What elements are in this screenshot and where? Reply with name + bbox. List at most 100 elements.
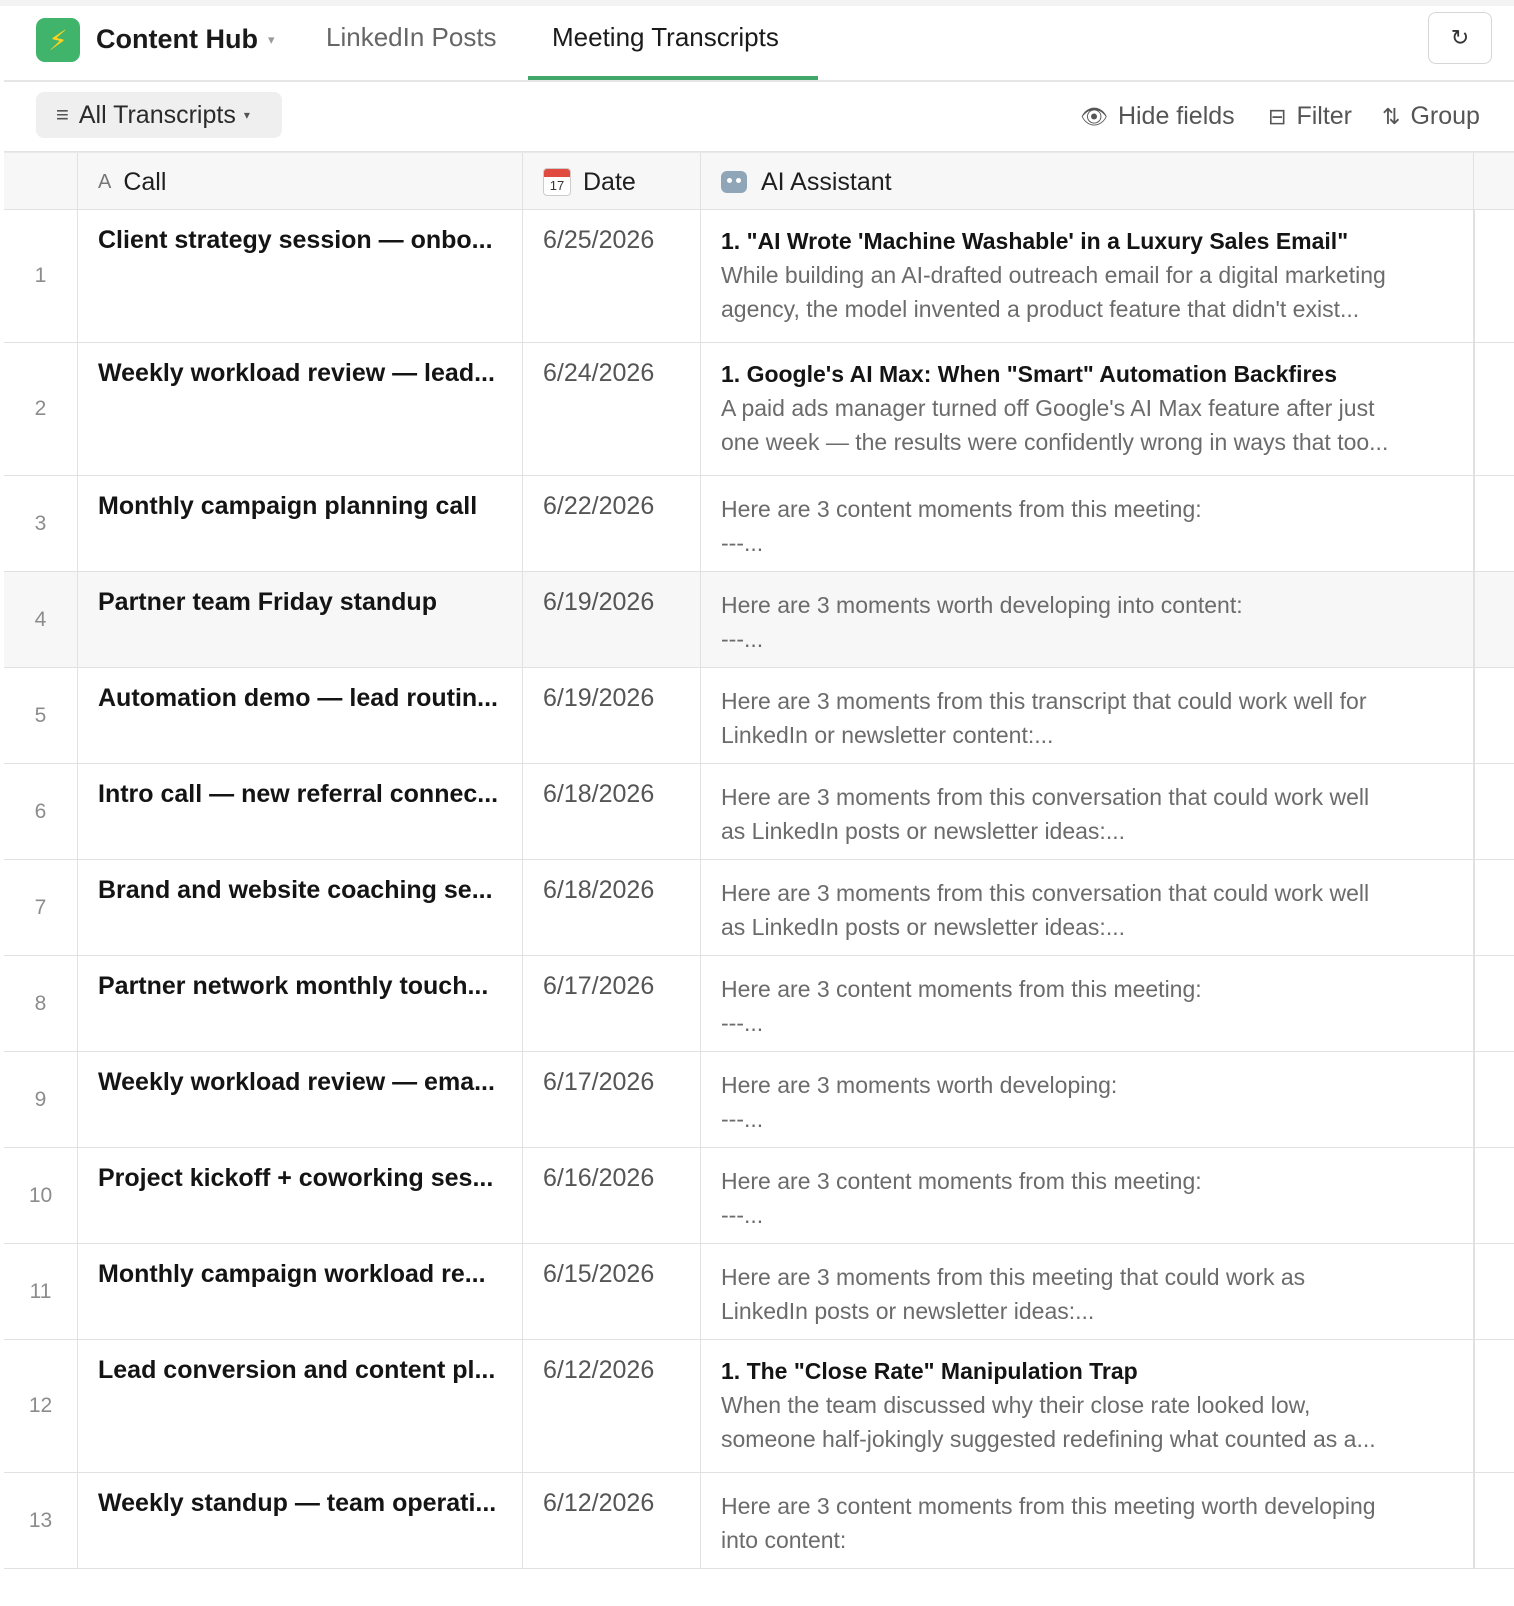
table-row[interactable]: 13 Weekly standup — team operati... 6/12/2… <box>4 1473 1514 1569</box>
date-cell[interactable]: 6/25/2026 <box>523 210 701 342</box>
view-toolbar: ≡ All Transcripts ▾ 👁 Hide fields ⊟ Filt… <box>4 82 1514 152</box>
table-row[interactable]: 4 Partner team Friday standup 6/19/2026 Her… <box>4 572 1514 668</box>
ai-summary-line: LinkedIn or newsletter content:... <box>721 722 1054 748</box>
ai-summary-line: someone half-jokingly suggested redefini… <box>721 1426 1376 1452</box>
row-end-cell <box>1474 1340 1514 1472</box>
ai-assistant-cell[interactable]: Here are 3 moments from this transcript … <box>701 668 1474 763</box>
ai-summary-line: When the team discussed why their close … <box>721 1392 1311 1418</box>
table-row[interactable]: 12 Lead conversion and content pl... 6/12/… <box>4 1340 1514 1473</box>
call-cell[interactable]: Monthly campaign planning call <box>78 476 523 571</box>
date-cell[interactable]: 6/12/2026 <box>523 1340 701 1472</box>
group-button[interactable]: ⇅ Group <box>1382 102 1480 131</box>
table-row[interactable]: 8 Partner network monthly touch... 6/17/20… <box>4 956 1514 1052</box>
row-end-cell <box>1474 764 1514 859</box>
calendar-icon: 17 <box>543 168 571 196</box>
row-number: 12 <box>4 1340 78 1472</box>
group-label: Group <box>1410 102 1480 130</box>
refresh-icon: ↻ <box>1450 25 1470 50</box>
date-cell[interactable]: 6/19/2026 <box>523 668 701 763</box>
date-cell[interactable]: 6/18/2026 <box>523 764 701 859</box>
ai-summary-line: agency, the model invented a product fea… <box>721 296 1360 322</box>
table-row[interactable]: 5 Automation demo — lead routin... 6/19/20… <box>4 668 1514 764</box>
row-end-cell <box>1474 860 1514 955</box>
ai-assistant-cell[interactable]: Here are 3 moments from this conversatio… <box>701 764 1474 859</box>
app-title[interactable]: Content Hub <box>96 24 258 55</box>
row-end-cell <box>1474 572 1514 667</box>
row-end-cell <box>1474 956 1514 1051</box>
row-end-cell <box>1474 1244 1514 1339</box>
ai-summary-line: as LinkedIn posts or newsletter ideas:..… <box>721 818 1125 844</box>
ai-summary-line: ---... <box>721 1106 764 1132</box>
date-cell[interactable]: 6/17/2026 <box>523 1052 701 1147</box>
ai-assistant-cell[interactable]: 1. "AI Wrote 'Machine Washable' in a Lux… <box>701 210 1474 342</box>
ai-assistant-cell[interactable]: Here are 3 content moments from this mee… <box>701 1473 1474 1568</box>
lightning-logo-icon: ⚡ <box>36 18 80 62</box>
filter-button[interactable]: ⊟ Filter <box>1268 102 1352 131</box>
ai-summary-line: Here are 3 moments from this conversatio… <box>721 880 1370 906</box>
date-cell[interactable]: 6/16/2026 <box>523 1148 701 1243</box>
ai-assistant-cell[interactable]: 1. Google's AI Max: When "Smart" Automat… <box>701 343 1474 475</box>
table-row[interactable]: 6 Intro call — new referral connec... 6/18… <box>4 764 1514 860</box>
table-row[interactable]: 9 Weekly workload review — ema... 6/17/202… <box>4 1052 1514 1148</box>
column-label: Date <box>583 167 636 196</box>
ai-assistant-cell[interactable]: Here are 3 moments worth developing into… <box>701 572 1474 667</box>
row-number: 3 <box>4 476 78 571</box>
call-cell[interactable]: Weekly workload review — lead... <box>78 343 523 475</box>
call-cell[interactable]: Project kickoff + coworking ses... <box>78 1148 523 1243</box>
date-cell[interactable]: 6/24/2026 <box>523 343 701 475</box>
call-cell[interactable]: Automation demo — lead routin... <box>78 668 523 763</box>
call-cell[interactable]: Weekly workload review — ema... <box>78 1052 523 1147</box>
tab-meeting-transcripts[interactable]: Meeting Transcripts <box>552 22 779 53</box>
row-end-cell <box>1474 668 1514 763</box>
date-cell[interactable]: 6/17/2026 <box>523 956 701 1051</box>
ai-summary-line: as LinkedIn posts or newsletter ideas:..… <box>721 914 1125 940</box>
date-cell[interactable]: 6/19/2026 <box>523 572 701 667</box>
date-cell[interactable]: 6/12/2026 <box>523 1473 701 1568</box>
column-header-ai-assistant[interactable]: AI Assistant <box>701 153 1474 211</box>
table-row[interactable]: 7 Brand and website coaching se... 6/18/20… <box>4 860 1514 956</box>
view-selector-button[interactable]: ≡ All Transcripts ▾ <box>36 92 282 138</box>
row-end-cell <box>1474 343 1514 475</box>
row-end-cell <box>1474 1148 1514 1243</box>
column-label: AI Assistant <box>761 167 892 196</box>
call-cell[interactable]: Client strategy session — onbo... <box>78 210 523 342</box>
table-row[interactable]: 11 Monthly campaign workload re... 6/15/20… <box>4 1244 1514 1340</box>
ai-summary-line: ---... <box>721 1202 764 1228</box>
table-row[interactable]: 2 Weekly workload review — lead... 6/24/20… <box>4 343 1514 476</box>
ai-summary-title: 1. "AI Wrote 'Machine Washable' in a Lux… <box>721 228 1349 254</box>
hide-fields-button[interactable]: 👁 Hide fields <box>1080 102 1235 131</box>
column-header-row: A Call 17 Date AI Assistant <box>4 152 1514 211</box>
table-row[interactable]: 10 Project kickoff + coworking ses... 6/16… <box>4 1148 1514 1244</box>
call-cell[interactable]: Monthly campaign workload re... <box>78 1244 523 1339</box>
call-cell[interactable]: Lead conversion and content pl... <box>78 1340 523 1472</box>
call-cell[interactable]: Partner team Friday standup <box>78 572 523 667</box>
row-number-header <box>4 153 78 211</box>
row-end-cell <box>1474 210 1514 342</box>
ai-summary-line: While building an AI-drafted outreach em… <box>721 262 1386 288</box>
ai-assistant-cell[interactable]: 1. The "Close Rate" Manipulation Trap Whe… <box>701 1340 1474 1472</box>
refresh-button[interactable]: ↻ <box>1428 12 1492 64</box>
date-cell[interactable]: 6/22/2026 <box>523 476 701 571</box>
table-row[interactable]: 1 Client strategy session — onbo... 6/25/2… <box>4 210 1514 343</box>
date-cell[interactable]: 6/15/2026 <box>523 1244 701 1339</box>
tab-linkedin-posts[interactable]: LinkedIn Posts <box>326 22 497 53</box>
ai-assistant-cell[interactable]: Here are 3 content moments from this mee… <box>701 476 1474 571</box>
ai-summary-line: LinkedIn posts or newsletter ideas:... <box>721 1298 1095 1324</box>
row-number: 1 <box>4 210 78 342</box>
ai-assistant-cell[interactable]: Here are 3 content moments from this mee… <box>701 1148 1474 1243</box>
ai-summary-line: Here are 3 content moments from this mee… <box>721 496 1202 522</box>
chevron-down-icon[interactable]: ▾ <box>268 32 275 48</box>
ai-assistant-cell[interactable]: Here are 3 moments worth developing: ---.… <box>701 1052 1474 1147</box>
ai-assistant-cell[interactable]: Here are 3 moments from this conversatio… <box>701 860 1474 955</box>
table-row[interactable]: 3 Monthly campaign planning call 6/22/2026… <box>4 476 1514 572</box>
column-header-date[interactable]: 17 Date <box>523 153 701 211</box>
call-cell[interactable]: Partner network monthly touch... <box>78 956 523 1051</box>
ai-assistant-cell[interactable]: Here are 3 content moments from this mee… <box>701 956 1474 1051</box>
call-cell[interactable]: Brand and website coaching se... <box>78 860 523 955</box>
column-header-call[interactable]: A Call <box>78 153 523 211</box>
date-cell[interactable]: 6/18/2026 <box>523 860 701 955</box>
call-cell[interactable]: Intro call — new referral connec... <box>78 764 523 859</box>
ai-assistant-cell[interactable]: Here are 3 moments from this meeting tha… <box>701 1244 1474 1339</box>
call-cell[interactable]: Weekly standup — team operati... <box>78 1473 523 1568</box>
ai-summary-line: ---... <box>721 1010 764 1036</box>
